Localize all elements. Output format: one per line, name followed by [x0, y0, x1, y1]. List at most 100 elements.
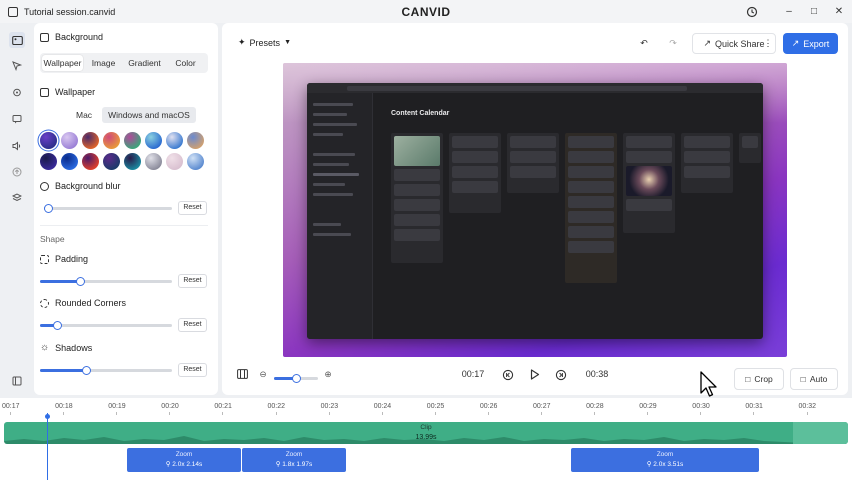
settings-panel: Background Wallpaper Image Gradient Colo… — [34, 23, 218, 395]
auto-icon: □ — [800, 374, 806, 384]
zoom-segment[interactable]: Zoom ⚲ 1.8x 1.97s — [242, 448, 346, 472]
board-card — [510, 151, 556, 163]
cursor-icon[interactable] — [9, 58, 25, 74]
corners-reset-button[interactable]: Reset — [178, 318, 207, 332]
upload-icon[interactable] — [9, 164, 25, 180]
sidebar-line — [313, 183, 345, 186]
zoom-segment-label: Zoom — [175, 451, 193, 458]
undo-icon[interactable]: ↶ — [634, 33, 654, 54]
os-tab-mac[interactable]: Mac — [70, 107, 98, 123]
wallpaper-swatch[interactable] — [82, 132, 99, 149]
layers-icon[interactable] — [9, 190, 25, 206]
collapse-panel-icon[interactable] — [9, 373, 25, 389]
wallpaper-swatch[interactable] — [187, 132, 204, 149]
padding-slider-handle[interactable] — [75, 277, 85, 286]
ruler-tick — [10, 412, 11, 415]
ruler-tick — [222, 412, 224, 415]
current-time: 00:17 — [461, 369, 485, 379]
blur-slider-handle[interactable] — [43, 204, 53, 213]
app-sidebar — [307, 93, 373, 339]
board-column — [681, 133, 733, 193]
ruler-label: 00:28 — [586, 403, 604, 410]
crop-button[interactable]: □ Crop — [734, 368, 784, 390]
caption-icon[interactable] — [9, 111, 25, 127]
background-icon[interactable] — [9, 32, 25, 48]
ruler-label: 00:17 — [2, 403, 20, 410]
auto-button[interactable]: □ Auto — [790, 368, 838, 390]
close-icon[interactable]: ✕ — [825, 0, 852, 23]
zoom-in-icon[interactable]: ⊕ — [323, 369, 333, 380]
corners-slider[interactable] — [40, 321, 172, 330]
tab-color[interactable]: Color — [165, 55, 206, 71]
padding-reset-button[interactable]: Reset — [178, 274, 207, 288]
wallpaper-swatch[interactable] — [40, 153, 57, 170]
tab-gradient[interactable]: Gradient — [124, 55, 165, 71]
sidebar-line — [313, 103, 353, 106]
blur-reset-button[interactable]: Reset — [178, 201, 207, 215]
wallpaper-swatch[interactable] — [61, 153, 78, 170]
layout-toggle-icon[interactable] — [236, 369, 248, 379]
wallpaper-swatch[interactable] — [124, 132, 141, 149]
title-bar: Tutorial session.canvid CANVID – □ ✕ — [0, 0, 852, 23]
fast-forward-icon[interactable] — [553, 369, 569, 381]
board-card — [452, 151, 498, 163]
wallpaper-swatch[interactable] — [103, 153, 120, 170]
maximize-icon[interactable]: □ — [800, 0, 828, 23]
audio-icon[interactable] — [9, 138, 25, 154]
ruler-tick — [275, 412, 277, 415]
more-options-icon[interactable]: ⋮ — [761, 33, 775, 54]
playhead-handle[interactable] — [45, 414, 50, 419]
redo-icon[interactable]: ↷ — [663, 33, 683, 54]
zoom-segment[interactable]: Zoom ⚲ 2.0x 3.51s — [571, 448, 759, 472]
tab-image[interactable]: Image — [83, 55, 124, 71]
tab-wallpaper[interactable]: Wallpaper — [42, 55, 83, 71]
shadows-slider-handle[interactable] — [82, 366, 92, 375]
os-tab-windows-macos[interactable]: Windows and macOS — [102, 107, 196, 123]
webcam-icon[interactable] — [9, 85, 25, 101]
ruler-label: 00:18 — [55, 403, 73, 410]
wallpaper-swatch[interactable] — [145, 153, 162, 170]
clip-track[interactable]: Clip 13.99s — [4, 422, 848, 444]
timeline-zoom-slider[interactable] — [274, 374, 318, 383]
wallpaper-swatch[interactable] — [124, 153, 141, 170]
wallpaper-swatch[interactable] — [166, 153, 183, 170]
zoom-segment[interactable]: Zoom ⚲ 2.0x 2.14s — [127, 448, 241, 472]
auto-label: Auto — [809, 374, 828, 384]
zoom-segment-label: Zoom — [285, 451, 303, 458]
ruler-label: 00:19 — [108, 403, 126, 410]
wallpaper-swatch[interactable] — [103, 132, 120, 149]
playhead[interactable] — [47, 413, 48, 480]
blur-section-title: Background blur — [40, 181, 121, 191]
shadows-slider[interactable] — [40, 366, 172, 375]
wallpaper-swatch[interactable] — [61, 132, 78, 149]
padding-slider[interactable] — [40, 277, 172, 286]
zoom-out-icon[interactable]: ⊖ — [258, 369, 268, 380]
wallpaper-swatch[interactable] — [145, 132, 162, 149]
ruler-label: 00:30 — [692, 403, 710, 410]
play-icon[interactable] — [528, 369, 542, 380]
wallpaper-swatch[interactable] — [187, 153, 204, 170]
total-time: 00:38 — [585, 369, 609, 379]
ruler-label: 00:24 — [373, 403, 392, 410]
board-column — [623, 133, 675, 233]
wallpaper-swatch[interactable] — [82, 153, 99, 170]
corners-slider-handle[interactable] — [53, 321, 63, 330]
background-icon — [40, 32, 49, 42]
export-button[interactable]: ↗ Export — [783, 33, 838, 54]
wallpaper-swatch[interactable] — [166, 132, 183, 149]
brand-logo: CANVID — [401, 4, 451, 19]
background-tabs: Wallpaper Image Gradient Color — [40, 53, 208, 73]
minimize-icon[interactable]: – — [775, 0, 803, 23]
shadows-reset-button[interactable]: Reset — [178, 363, 207, 377]
wallpaper-swatch[interactable] — [40, 132, 57, 149]
zoom-segment-value: ⚲ 2.0x 3.51s — [646, 461, 684, 468]
presets-dropdown[interactable]: ✦ Presets ▼ — [238, 37, 291, 48]
update-icon[interactable] — [738, 0, 766, 23]
corners-section-title: Rounded Corners — [40, 298, 126, 308]
timeline[interactable]: 00:17 00:18 00:19 00:20 00:21 00:22 00:23 00:24… — [0, 398, 852, 480]
timeline-zoom-handle[interactable] — [292, 374, 301, 383]
board-card — [394, 184, 440, 196]
video-preview[interactable]: Content Calendar — [283, 63, 787, 357]
blur-slider[interactable] — [43, 204, 172, 213]
rewind-icon[interactable] — [500, 369, 516, 381]
